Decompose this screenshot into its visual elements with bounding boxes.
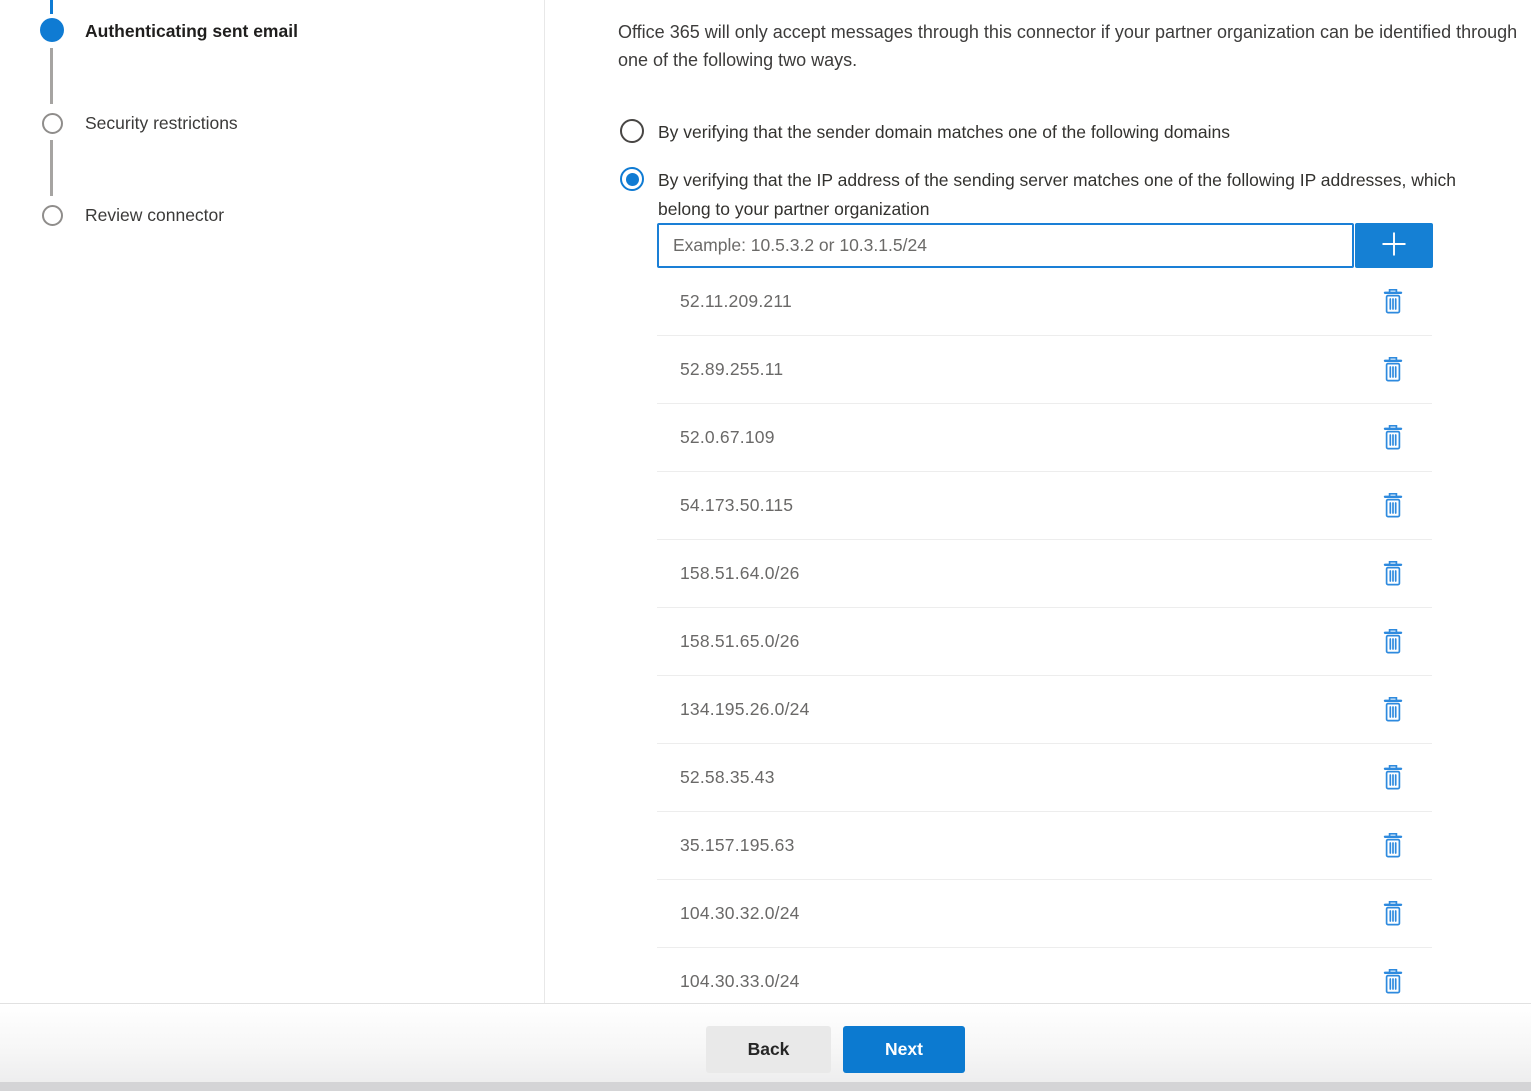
step-security-restrictions[interactable]: Security restrictions [85, 111, 238, 135]
plus-icon [1379, 229, 1409, 262]
ip-address-text: 54.173.50.115 [680, 495, 793, 516]
radio-option-label: By verifying that the sender domain matc… [658, 118, 1230, 147]
trash-icon [1382, 711, 1404, 726]
ip-address-input[interactable] [657, 223, 1354, 268]
ip-list-item: 52.0.67.109 [657, 404, 1432, 472]
ip-address-text: 104.30.32.0/24 [680, 903, 800, 924]
intro-text: Office 365 will only accept messages thr… [618, 18, 1531, 74]
step-upcoming-dot-icon [42, 205, 63, 226]
trash-icon [1382, 983, 1404, 998]
main-content: Office 365 will only accept messages thr… [546, 0, 1531, 1003]
wizard-stepper: Authenticating sent email Security restr… [0, 0, 545, 1003]
ip-address-text: 35.157.195.63 [680, 835, 795, 856]
ip-address-text: 52.11.209.211 [680, 291, 792, 312]
delete-ip-button[interactable] [1380, 490, 1406, 521]
trash-icon [1382, 439, 1404, 454]
radio-selected-icon[interactable] [620, 167, 644, 191]
delete-ip-button[interactable] [1380, 422, 1406, 453]
trash-icon [1382, 371, 1404, 386]
ip-list-item: 52.58.35.43 [657, 744, 1432, 812]
delete-ip-button[interactable] [1380, 626, 1406, 657]
wizard-footer: Back Next [0, 1003, 1531, 1091]
step-review-connector[interactable]: Review connector [85, 203, 224, 227]
step-authenticating-sent-email[interactable]: Authenticating sent email [85, 19, 298, 43]
trash-icon [1382, 575, 1404, 590]
stepper-connector [50, 140, 53, 196]
trash-icon [1382, 507, 1404, 522]
ip-address-text: 52.58.35.43 [680, 767, 775, 788]
radio-option-label: By verifying that the IP address of the … [658, 166, 1476, 224]
delete-ip-button[interactable] [1380, 898, 1406, 929]
delete-ip-button[interactable] [1380, 966, 1406, 997]
ip-address-text: 134.195.26.0/24 [680, 699, 810, 720]
step-current-dot-icon [40, 18, 64, 42]
ip-list-item: 104.30.33.0/24 [657, 948, 1432, 1003]
radio-option-ip-address[interactable]: By verifying that the IP address of the … [620, 166, 1476, 224]
trash-icon [1382, 915, 1404, 930]
delete-ip-button[interactable] [1380, 830, 1406, 861]
trash-icon [1382, 303, 1404, 318]
add-ip-button[interactable] [1355, 223, 1433, 268]
next-button[interactable]: Next [843, 1026, 965, 1073]
delete-ip-button[interactable] [1380, 558, 1406, 589]
ip-list-item: 52.11.209.211 [657, 268, 1432, 336]
ip-list-item: 52.89.255.11 [657, 336, 1432, 404]
ip-address-list: 52.11.209.211 52.89.255.11 [657, 268, 1432, 1003]
ip-list-item: 158.51.65.0/26 [657, 608, 1432, 676]
trash-icon [1382, 643, 1404, 658]
radio-unselected-icon[interactable] [620, 119, 644, 143]
ip-address-text: 52.0.67.109 [680, 427, 775, 448]
delete-ip-button[interactable] [1380, 694, 1406, 725]
radio-option-sender-domain[interactable]: By verifying that the sender domain matc… [620, 118, 1230, 147]
ip-list-item: 54.173.50.115 [657, 472, 1432, 540]
ip-address-text: 52.89.255.11 [680, 359, 783, 380]
delete-ip-button[interactable] [1380, 354, 1406, 385]
step-upcoming-dot-icon [42, 113, 63, 134]
trash-icon [1382, 847, 1404, 862]
ip-address-text: 158.51.64.0/26 [680, 563, 800, 584]
delete-ip-button[interactable] [1380, 762, 1406, 793]
ip-address-text: 104.30.33.0/24 [680, 971, 800, 992]
ip-list-item: 35.157.195.63 [657, 812, 1432, 880]
back-button[interactable]: Back [706, 1026, 831, 1073]
ip-address-text: 158.51.65.0/26 [680, 631, 800, 652]
bottom-strip [0, 1082, 1531, 1091]
delete-ip-button[interactable] [1380, 286, 1406, 317]
ip-list-item: 134.195.26.0/24 [657, 676, 1432, 744]
ip-list-item: 104.30.32.0/24 [657, 880, 1432, 948]
stepper-connector [50, 48, 53, 104]
ip-entry-row [657, 223, 1433, 268]
stepper-connector-completed [50, 0, 53, 14]
trash-icon [1382, 779, 1404, 794]
ip-list-item: 158.51.64.0/26 [657, 540, 1432, 608]
